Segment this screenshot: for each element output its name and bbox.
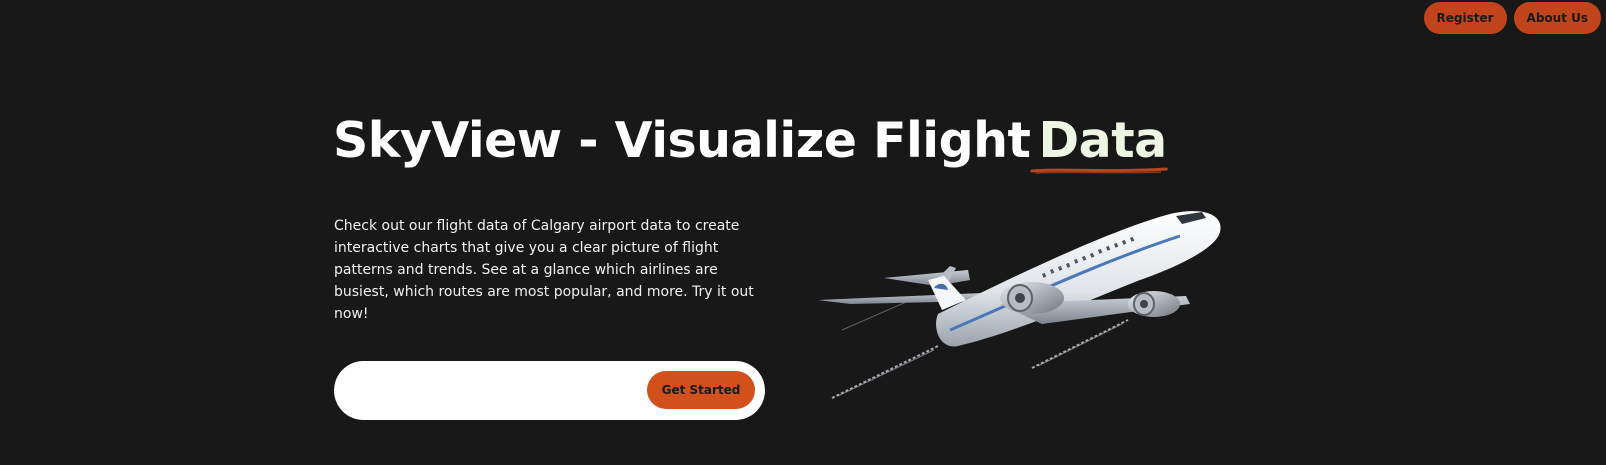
- hero-input[interactable]: [356, 375, 640, 407]
- hero-title-highlight: Data: [1030, 112, 1169, 174]
- brush-underline: [1030, 167, 1169, 174]
- hero-title-highlight-text: Data: [1038, 112, 1167, 169]
- about-us-button[interactable]: About Us: [1513, 2, 1601, 34]
- hero-title: SkyView - Visualize Flight Data: [333, 112, 1169, 174]
- top-nav: Register About Us: [1423, 2, 1601, 34]
- register-button[interactable]: Register: [1423, 2, 1507, 34]
- hero-title-main: SkyView - Visualize Flight: [333, 112, 1031, 169]
- get-started-button[interactable]: Get Started: [647, 371, 755, 409]
- hero-description: Check out our flight data of Calgary air…: [334, 218, 754, 322]
- get-started-form: Get Started: [334, 361, 765, 420]
- airplane-icon: [818, 211, 1221, 399]
- landing-page: Register About Us SkyView - Visualize Fl…: [0, 0, 1606, 465]
